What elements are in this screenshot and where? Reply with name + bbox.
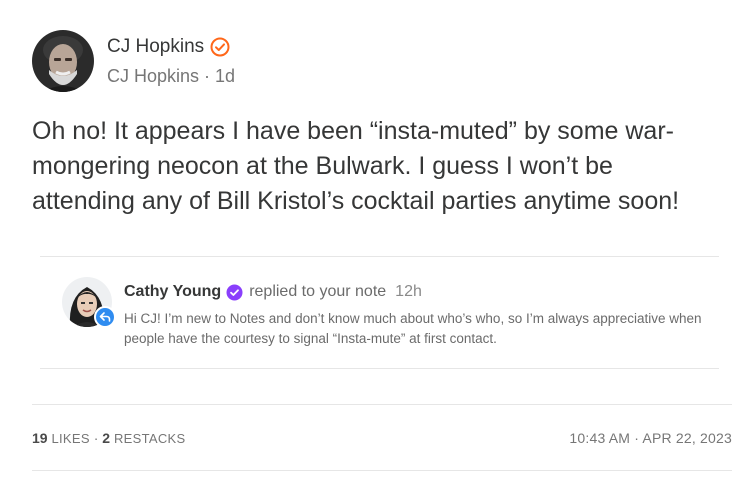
- author-name[interactable]: CJ Hopkins: [107, 35, 204, 59]
- reply-avatar-wrapper: [62, 277, 118, 333]
- stats-separator: ·: [93, 430, 103, 446]
- reply-time: 12h: [395, 283, 422, 300]
- engagement-stats: 19 LIKES · 2 RESTACKS: [32, 429, 185, 448]
- author-name-row: CJ Hopkins: [107, 35, 235, 59]
- reply-action-text: replied to your note: [249, 283, 387, 300]
- note-header: CJ Hopkins CJ Hopkins · 1d: [32, 30, 235, 92]
- reply-body-text: Hi CJ! I’m new to Notes and don’t know m…: [124, 311, 702, 346]
- restacks-label[interactable]: RESTACKS: [114, 431, 186, 446]
- author-block: CJ Hopkins CJ Hopkins · 1d: [107, 30, 235, 92]
- note-timestamp: 10:43 AM · APR 22, 2023: [569, 430, 732, 446]
- likes-label[interactable]: LIKES: [51, 431, 89, 446]
- stats-divider-bottom: [32, 470, 732, 471]
- note-age[interactable]: 1d: [215, 66, 235, 86]
- likes-count[interactable]: 19: [32, 430, 48, 446]
- stats-divider-top: [32, 404, 732, 405]
- orange-check-badge-icon: [210, 37, 230, 57]
- author-meta: CJ Hopkins · 1d: [107, 65, 235, 87]
- restacks-count[interactable]: 2: [102, 430, 110, 446]
- author-avatar[interactable]: [32, 30, 94, 92]
- reply-arrow-icon: [94, 306, 116, 328]
- author-handle[interactable]: CJ Hopkins: [107, 66, 199, 86]
- note-body-text: Oh no! It appears I have been “insta-mut…: [32, 117, 680, 215]
- reply-author-name[interactable]: Cathy Young: [124, 282, 221, 302]
- meta-separator: ·: [204, 66, 216, 86]
- embedded-reply-card[interactable]: Cathy Young replied to your note 12h Hi …: [40, 256, 719, 369]
- purple-check-badge-icon: [226, 284, 243, 301]
- reply-header: Cathy Young replied to your note 12h: [124, 282, 422, 302]
